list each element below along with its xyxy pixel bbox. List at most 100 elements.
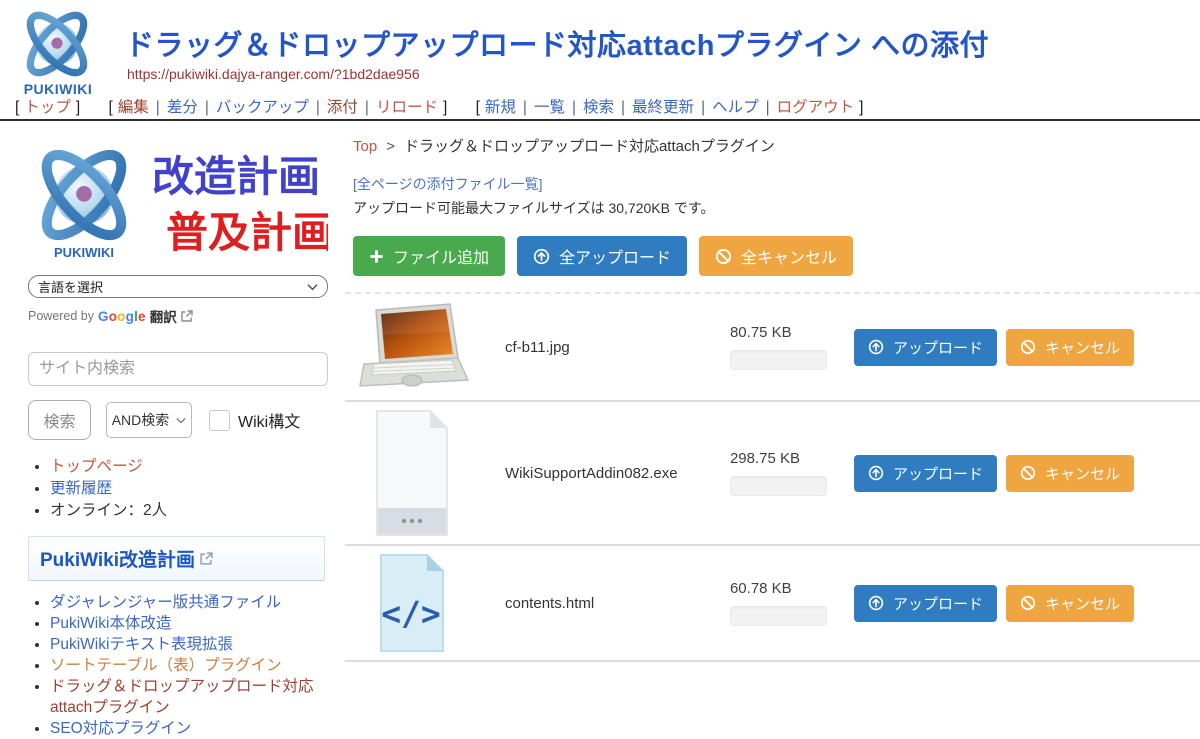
file-meta: 60.78 KB: [730, 580, 842, 626]
file-row: </> WikiSupportAddin082.exe 298.75 KB アッ…: [345, 402, 1200, 546]
external-link-icon: [200, 552, 213, 565]
sidebar-section-heading[interactable]: PukiWiki改造計画: [28, 536, 325, 581]
bracket: [: [15, 99, 19, 116]
cancel-all-label: 全キャンセル: [741, 244, 837, 268]
cancel-button[interactable]: キャンセル: [1006, 329, 1134, 366]
file-thumbnail-laptop: [354, 302, 470, 392]
sidebar-quick-link: 更新履歴: [50, 480, 112, 497]
page-header: PUKIWIKI ドラッグ＆ドロップアップロード対応attachプラグイン への…: [0, 0, 1200, 121]
powered-by-text: Powered by: [28, 309, 94, 323]
nav-link[interactable]: バックアップ: [216, 99, 309, 116]
file-row: </> cf-b11.jpg 80.75 KB アップロード: [345, 294, 1200, 402]
bracket: [: [108, 99, 112, 116]
nav-link[interactable]: 一覧: [534, 99, 565, 116]
file-name: contents.html: [475, 595, 730, 612]
sidebar-link[interactable]: PukiWiki本体改造: [50, 615, 171, 632]
file-name: WikiSupportAddin082.exe: [475, 465, 730, 482]
nav-link[interactable]: ログアウト: [777, 99, 855, 116]
file-actions: アップロード キャンセル: [854, 329, 1134, 366]
file-actions: アップロード キャンセル: [854, 585, 1134, 622]
add-files-label: ファイル追加: [393, 244, 489, 268]
list-item: PukiWikiテキスト表現拡張: [50, 635, 333, 656]
nav-separator: |: [572, 99, 576, 116]
nav-link[interactable]: 最終更新: [632, 99, 694, 116]
language-select[interactable]: 言語を選択: [28, 275, 328, 298]
translate-label[interactable]: 翻訳: [150, 306, 177, 326]
language-select-value: 言語を選択: [38, 277, 103, 296]
nav-link[interactable]: 添付: [327, 99, 358, 116]
upload-all-button[interactable]: 全アップロード: [517, 236, 687, 276]
upload-toolbar: ファイル追加 全アップロード 全キャンセル: [353, 236, 1200, 276]
nav-link[interactable]: 検索: [583, 99, 614, 116]
arrow-up-circle-icon: [533, 248, 550, 265]
logo-line1: 改造計画: [152, 153, 320, 200]
all-attachments-link[interactable]: [全ページの添付ファイル一覧]: [353, 174, 543, 194]
nav-separator: |: [316, 99, 320, 116]
site-search-input[interactable]: [28, 352, 328, 386]
sidebar-link[interactable]: ソートテーブル（表）プラグイン: [50, 657, 282, 674]
code-glyph: </>: [381, 594, 441, 633]
upload-all-label: 全アップロード: [559, 244, 671, 268]
upload-button[interactable]: アップロード: [854, 585, 997, 622]
cancel-button[interactable]: キャンセル: [1006, 585, 1134, 622]
cancel-label: キャンセル: [1045, 337, 1120, 358]
file-name: cf-b11.jpg: [475, 339, 730, 356]
cancel-all-button[interactable]: 全キャンセル: [699, 236, 853, 276]
file-drop-zone[interactable]: </> cf-b11.jpg 80.75 KB アップロード: [345, 292, 1200, 662]
google-brand-letter: o: [109, 309, 117, 324]
cancel-button[interactable]: キャンセル: [1006, 455, 1134, 492]
file-row: </> contents.html 60.78 KB アップロード: [345, 546, 1200, 662]
search-mode-select[interactable]: AND検索: [106, 402, 192, 438]
progress-bar: [730, 350, 827, 370]
nav-group-site: [新規|一覧|検索|最終更新|ヘルプ|ログアウト]: [471, 99, 869, 116]
bracket: ]: [76, 99, 80, 116]
nav-link[interactable]: ヘルプ: [712, 99, 759, 116]
progress-bar: [730, 606, 827, 626]
nav-link[interactable]: 編集: [118, 99, 149, 116]
google-brand-letter: e: [138, 309, 146, 324]
breadcrumb: Top>ドラッグ＆ドロップアップロード対応attachプラグイン: [353, 135, 1200, 156]
upload-button[interactable]: アップロード: [854, 455, 997, 492]
nav-separator: |: [365, 99, 369, 116]
chevron-down-icon: [176, 417, 186, 424]
search-controls: 検索 AND検索 Wiki構文: [28, 400, 345, 440]
wiki-syntax-checkbox[interactable]: [209, 410, 230, 431]
nav-link[interactable]: 差分: [167, 99, 198, 116]
ban-icon: [1020, 595, 1036, 611]
main-content: Top>ドラッグ＆ドロップアップロード対応attachプラグイン [全ページの添…: [345, 123, 1200, 630]
page-title: ドラッグ＆ドロップアップロード対応attachプラグイン への添付: [125, 22, 989, 64]
sidebar-link[interactable]: PukiWikiテキスト表現拡張: [50, 636, 233, 653]
list-item: ドラッグ＆ドロップアップロード対応attachプラグイン: [50, 677, 333, 719]
cancel-label: キャンセル: [1045, 593, 1120, 614]
sidebar-link[interactable]: ダジャレンジャー版共通ファイル: [50, 594, 281, 611]
sidebar-link[interactable]: ドラッグ＆ドロップアップロード対応attachプラグイン: [50, 678, 314, 716]
search-button[interactable]: 検索: [28, 400, 91, 440]
nav-link[interactable]: リロード: [376, 99, 438, 116]
file-size: 298.75 KB: [730, 450, 842, 467]
list-item: ソートテーブル（表）プラグイン: [50, 656, 333, 677]
file-icon-generic: [376, 410, 448, 536]
upload-button[interactable]: アップロード: [854, 329, 997, 366]
page-url[interactable]: https://pukiwiki.dajya-ranger.com/?1bd2d…: [127, 66, 420, 82]
nav-link[interactable]: 新規: [485, 99, 516, 116]
list-item: 更新履歴: [50, 478, 345, 500]
breadcrumb-current: ドラッグ＆ドロップアップロード対応attachプラグイン: [404, 138, 775, 155]
add-files-button[interactable]: ファイル追加: [353, 236, 505, 276]
list-item: トップページ: [50, 456, 345, 478]
google-brand: Google: [98, 309, 146, 324]
breadcrumb-home-link[interactable]: Top: [353, 138, 377, 155]
list-item: SEO対応プラグイン: [50, 719, 333, 739]
sidebar-links: ダジャレンジャー版共通ファイル PukiWiki本体改造 PukiWikiテキスト表…: [28, 593, 333, 739]
file-icon-cell: </>: [349, 410, 475, 536]
nav-link[interactable]: トップ: [24, 99, 71, 116]
logo-line2: 普及計画: [166, 209, 328, 256]
nav-group-page: [編集|差分|バックアップ|添付|リロード]: [103, 99, 452, 116]
external-link-icon: [181, 310, 193, 322]
upload-label: アップロード: [893, 337, 983, 358]
sidebar-link[interactable]: SEO対応プラグイン: [50, 720, 191, 737]
arrow-up-circle-icon: [868, 339, 884, 355]
ban-icon: [715, 248, 732, 265]
search-mode-value: AND検索: [112, 410, 170, 430]
file-size: 80.75 KB: [730, 324, 842, 341]
google-brand-letter: o: [117, 309, 125, 324]
